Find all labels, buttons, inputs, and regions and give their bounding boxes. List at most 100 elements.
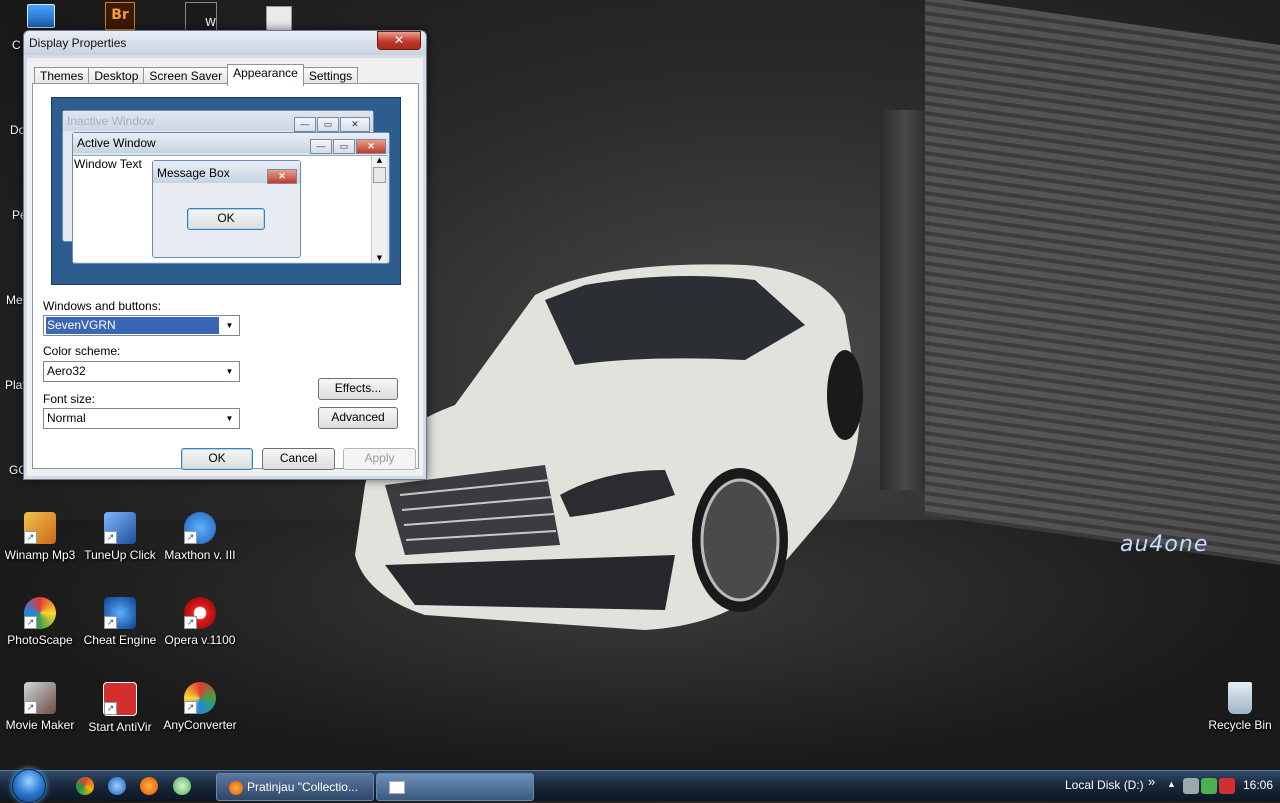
tab-appearance[interactable]: Appearance bbox=[227, 64, 304, 86]
windows-buttons-select[interactable]: SevenVGRN ▼ bbox=[43, 315, 240, 336]
dialog-close-button[interactable]: ✕ bbox=[377, 31, 421, 50]
preview-message-box: Message Box ✕ OK bbox=[152, 160, 301, 258]
preview-message-title-text: Message Box bbox=[157, 166, 230, 180]
computer-icon[interactable] bbox=[27, 4, 55, 28]
preview-active-title: Active Window — ▭ ✕ bbox=[73, 133, 389, 154]
taskbar-item-label: Pratinjau "Collectio... bbox=[247, 780, 358, 794]
clock[interactable]: 16:06 bbox=[1243, 778, 1273, 792]
desktop-icon-opera[interactable]: ↗ Opera v.1100 bbox=[160, 597, 240, 647]
firefox-icon bbox=[229, 780, 243, 795]
desktop-icon-label: TuneUp Click bbox=[84, 548, 156, 562]
appearance-preview: Inactive Window — ▭ ✕ Active Window — ▭ ✕ bbox=[51, 97, 401, 285]
windows-buttons-label: Windows and buttons: bbox=[43, 299, 162, 313]
bridge-icon[interactable]: Br bbox=[105, 2, 135, 30]
advanced-button[interactable]: Advanced bbox=[318, 407, 398, 429]
wallpaper-brand-logo: au4one bbox=[1120, 532, 1209, 557]
desktop-icon-label-partial[interactable]: Me bbox=[6, 293, 23, 307]
preview-scrollbar: ▲ ▼ bbox=[371, 156, 387, 262]
preview-message-title: Message Box ✕ bbox=[153, 161, 300, 184]
close-icon: ✕ bbox=[393, 33, 405, 47]
font-size-select[interactable]: Normal ▼ bbox=[43, 408, 240, 429]
preview-inactive-title: Inactive Window — ▭ ✕ bbox=[63, 111, 373, 132]
dialog-client-area: Themes Desktop Screen Saver Appearance S… bbox=[27, 58, 423, 476]
cancel-button[interactable]: Cancel bbox=[262, 448, 335, 470]
preview-window-text: Window Text bbox=[74, 157, 142, 171]
desktop-icon-label: Opera v.1100 bbox=[164, 633, 236, 647]
desktop-icon-label: Winamp Mp3 bbox=[4, 548, 76, 562]
close-icon: ✕ bbox=[267, 169, 297, 184]
taskbar-item-firefox[interactable]: Pratinjau "Collectio... bbox=[216, 773, 374, 801]
appearance-panel: Inactive Window — ▭ ✕ Active Window — ▭ ✕ bbox=[32, 83, 419, 469]
color-scheme-value: Aero32 bbox=[47, 364, 86, 378]
preview-active-title-text: Active Window bbox=[77, 136, 156, 150]
address-toolbar-label[interactable]: Local Disk (D:) bbox=[1065, 778, 1144, 792]
font-size-label: Font size: bbox=[43, 392, 96, 406]
security-icon[interactable] bbox=[1201, 778, 1217, 794]
desktop-icon-winamp[interactable]: ↗ Winamp Mp3 bbox=[0, 512, 80, 562]
tuneup-icon: ↗ bbox=[104, 512, 136, 544]
desktop-icon-label: Cheat Engine bbox=[83, 633, 157, 647]
antivir-tray-icon[interactable] bbox=[1219, 778, 1235, 794]
font-size-value: Normal bbox=[47, 411, 86, 425]
taskbar: Pratinjau "Collectio... Local Disk (D:) … bbox=[0, 769, 1280, 803]
close-icon: ✕ bbox=[356, 139, 386, 154]
firefox-icon[interactable] bbox=[140, 777, 158, 795]
tray-expand-icon[interactable]: ▲ bbox=[1167, 779, 1176, 789]
desktop-icon-maxthon[interactable]: ↗ Maxthon v. III bbox=[160, 512, 240, 562]
desktop-icon-label: Recycle Bin bbox=[1208, 718, 1272, 732]
preview-message-buttons: ✕ bbox=[266, 163, 297, 187]
preview-inactive-title-text: Inactive Window bbox=[67, 114, 155, 128]
wallpaper-pillar bbox=[880, 110, 930, 490]
opera-icon: ↗ bbox=[184, 597, 216, 629]
desktop-icon-label-partial[interactable]: C bbox=[12, 38, 21, 52]
apply-button[interactable]: Apply bbox=[343, 448, 416, 470]
desktop-icon-label: PhotoScape bbox=[7, 633, 73, 647]
chrome-icon[interactable] bbox=[76, 777, 94, 795]
photoscape-icon: ↗ bbox=[24, 597, 56, 629]
close-icon: ✕ bbox=[340, 117, 370, 132]
movie-maker-icon: ↗ bbox=[24, 682, 56, 714]
desktop-icon-tuneup[interactable]: ↗ TuneUp Click bbox=[80, 512, 160, 562]
desktop-icon-anyconverter[interactable]: ↗ AnyConverter bbox=[160, 682, 240, 732]
cheat-engine-icon: ↗ bbox=[104, 597, 136, 629]
toolbar-overflow-icon[interactable]: » bbox=[1148, 774, 1155, 789]
desktop-icon-recycle-bin[interactable]: Recycle Bin bbox=[1200, 682, 1280, 732]
dialog-titlebar[interactable]: Display Properties ✕ bbox=[24, 31, 426, 55]
windows-buttons-value: SevenVGRN bbox=[46, 317, 219, 334]
maxthon-icon[interactable] bbox=[108, 777, 126, 795]
desktop-icon-label: Start AntiVir bbox=[88, 720, 152, 734]
taskbar-item-display-properties[interactable] bbox=[376, 773, 534, 801]
document-icon[interactable] bbox=[266, 6, 292, 32]
scroll-thumb bbox=[373, 167, 386, 183]
winamp-icon: ↗ bbox=[24, 512, 56, 544]
desktop-icon-label: Maxthon v. III bbox=[164, 548, 236, 562]
dialog-title: Display Properties bbox=[29, 36, 127, 50]
scroll-up-icon: ▲ bbox=[376, 156, 383, 164]
preview-ok-button: OK bbox=[187, 208, 265, 230]
maximize-icon: ▭ bbox=[317, 117, 339, 132]
scroll-down-icon: ▼ bbox=[376, 254, 383, 262]
minimize-icon: — bbox=[294, 117, 316, 132]
maxthon-icon: ↗ bbox=[184, 512, 216, 544]
desktop-icon-photoscape[interactable]: ↗ PhotoScape bbox=[0, 597, 80, 647]
effects-button[interactable]: Effects... bbox=[318, 378, 398, 400]
ok-button[interactable]: OK bbox=[181, 448, 253, 470]
bridge-icon-text: Br bbox=[111, 7, 129, 23]
minimize-icon: — bbox=[310, 139, 332, 154]
network-icon[interactable] bbox=[1183, 778, 1199, 794]
nfs-icon[interactable]: W bbox=[185, 2, 217, 32]
desktop-icon-cheat-engine[interactable]: ↗ Cheat Engine bbox=[80, 597, 160, 647]
window-icon bbox=[389, 781, 405, 795]
display-properties-dialog: Display Properties ✕ Themes Desktop Scre… bbox=[23, 30, 427, 480]
color-scheme-select[interactable]: Aero32 ▼ bbox=[43, 361, 240, 382]
desktop-icon-movie-maker[interactable]: ↗ Movie Maker bbox=[0, 682, 80, 732]
maximize-icon: ▭ bbox=[333, 139, 355, 154]
desktop-icon-label: AnyConverter bbox=[163, 718, 237, 732]
messenger-icon[interactable] bbox=[173, 777, 191, 795]
chevron-down-icon: ▼ bbox=[225, 367, 234, 376]
start-button[interactable] bbox=[12, 769, 46, 803]
desktop-icon-label: Movie Maker bbox=[5, 718, 75, 732]
desktop-icon-antivir[interactable]: ↗ Start AntiVir bbox=[80, 682, 160, 734]
chevron-down-icon: ▼ bbox=[225, 321, 234, 330]
nfs-icon-text: W bbox=[205, 16, 216, 29]
